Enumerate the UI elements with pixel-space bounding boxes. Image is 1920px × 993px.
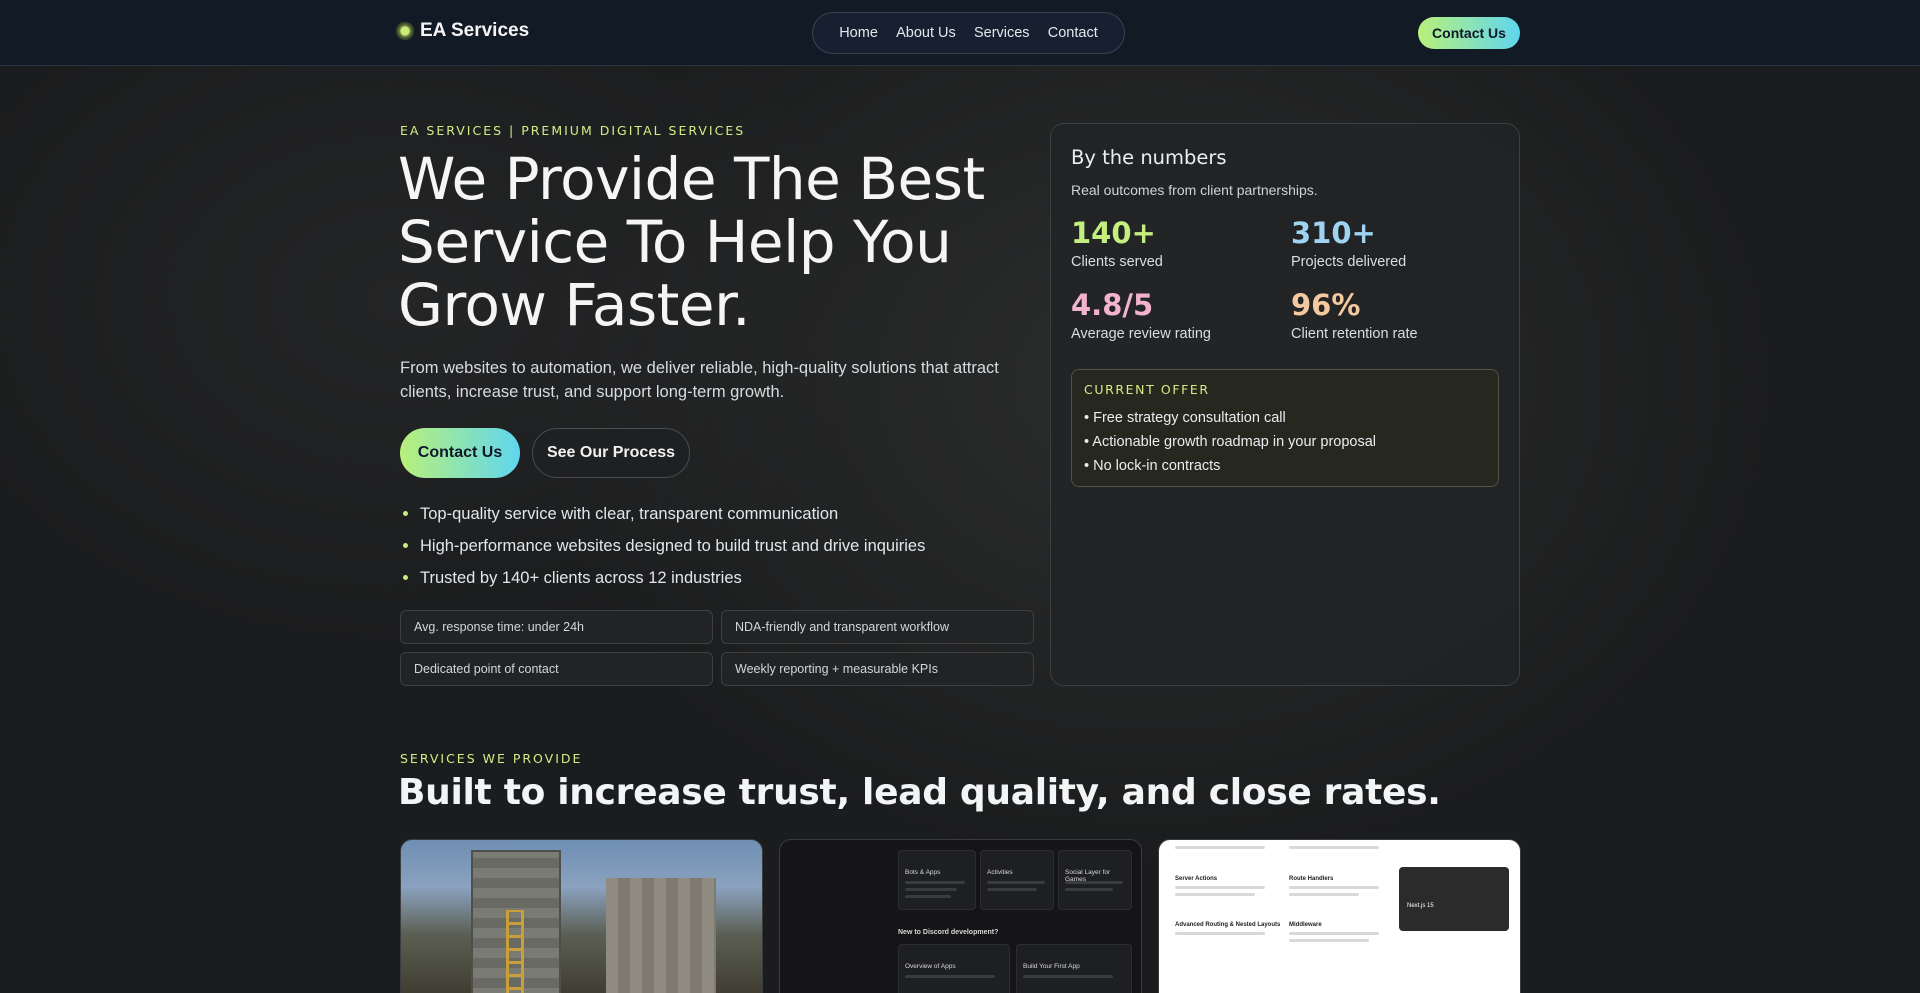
stat-label: Average review rating bbox=[1071, 326, 1211, 342]
stat-value: 140+ bbox=[1071, 216, 1156, 250]
list-item: • Free strategy consultation call bbox=[1084, 410, 1286, 426]
preview-line bbox=[1289, 932, 1379, 935]
services-title: Built to increase trust, lead quality, a… bbox=[398, 772, 1441, 813]
list-item: • Actionable growth roadmap in your prop… bbox=[1084, 434, 1377, 450]
stat-value: 4.8/5 bbox=[1071, 288, 1154, 322]
stats-subtitle: Real outcomes from client partnerships. bbox=[1071, 182, 1318, 198]
preview-card-title: Server Actions bbox=[1175, 876, 1218, 882]
list-item: • No lock-in contracts bbox=[1084, 458, 1221, 474]
preview-line bbox=[1289, 893, 1359, 896]
preview-card-title: Route Handlers bbox=[1289, 876, 1334, 882]
preview-card: Social Layer for Games bbox=[1058, 850, 1132, 910]
castle-wall-image bbox=[606, 878, 716, 993]
hero-bullets: Top-quality service with clear, transpar… bbox=[400, 502, 925, 598]
preview-line bbox=[1175, 893, 1255, 896]
nextjs-feature-title: Next.js 15 bbox=[1407, 903, 1434, 909]
bullet-dot-icon bbox=[403, 575, 408, 580]
bullet-dot-icon bbox=[403, 543, 408, 548]
feature-chip: NDA-friendly and transparent workflow bbox=[721, 610, 1034, 644]
preview-line bbox=[905, 975, 995, 978]
preview-line bbox=[1023, 975, 1113, 978]
nav-about-us[interactable]: About Us bbox=[896, 25, 956, 41]
stat-value: 310+ bbox=[1291, 216, 1376, 250]
nav-home[interactable]: Home bbox=[839, 25, 878, 41]
preview-line bbox=[905, 888, 957, 891]
nextjs-feature-card: Next.js 15 bbox=[1399, 867, 1509, 931]
brand-logo-icon bbox=[398, 24, 412, 38]
stats-card: By the numbers Real outcomes from client… bbox=[1050, 123, 1520, 686]
stat-value: 96% bbox=[1291, 288, 1361, 322]
bullet-dot-icon bbox=[403, 511, 408, 516]
preview-line bbox=[1175, 846, 1265, 849]
brand[interactable]: EA Services bbox=[398, 20, 529, 42]
preview-card: Activities bbox=[980, 850, 1054, 910]
stat-projects: 310+ Projects delivered bbox=[1291, 216, 1406, 270]
preview-line bbox=[987, 888, 1037, 891]
offer-title: CURRENT OFFER bbox=[1084, 382, 1210, 397]
stat-retention: 96% Client retention rate bbox=[1291, 288, 1418, 342]
preview-line bbox=[1289, 846, 1379, 849]
current-offer-box: CURRENT OFFER • Free strategy consultati… bbox=[1071, 369, 1499, 487]
stat-rating: 4.8/5 Average review rating bbox=[1071, 288, 1211, 342]
preview-line bbox=[987, 881, 1045, 884]
stats-title: By the numbers bbox=[1071, 146, 1227, 169]
preview-card-title: Middleware bbox=[1289, 922, 1322, 928]
scaffold-image bbox=[506, 910, 524, 993]
list-item: High-performance websites designed to bu… bbox=[400, 534, 925, 566]
bullet-text: Top-quality service with clear, transpar… bbox=[420, 505, 839, 523]
preview-card: Build Your First App bbox=[1016, 944, 1132, 993]
hero-contact-button[interactable]: Contact Us bbox=[400, 428, 520, 478]
preview-line bbox=[905, 895, 951, 898]
preview-card: Bots & Apps bbox=[898, 850, 976, 910]
nav-services[interactable]: Services bbox=[974, 25, 1030, 41]
main-nav: Home About Us Services Contact bbox=[812, 12, 1125, 54]
preview-line bbox=[1065, 881, 1123, 884]
feature-chip: Avg. response time: under 24h bbox=[400, 610, 713, 644]
preview-section-title: New to Discord development? bbox=[898, 929, 999, 936]
list-item: Top-quality service with clear, transpar… bbox=[400, 502, 925, 534]
nav-contact[interactable]: Contact bbox=[1048, 25, 1098, 41]
preview-card-title: Overview of Apps bbox=[905, 963, 956, 970]
preview-line bbox=[1065, 888, 1113, 891]
preview-card-title: Bots & Apps bbox=[905, 869, 941, 876]
preview-card-title: Activities bbox=[987, 869, 1013, 876]
hero-eyebrow: EA SERVICES | PREMIUM DIGITAL SERVICES bbox=[400, 123, 746, 138]
feature-chip: Weekly reporting + measurable KPIs bbox=[721, 652, 1034, 686]
brand-name: EA Services bbox=[420, 20, 530, 41]
stat-label: Client retention rate bbox=[1291, 326, 1418, 342]
bullet-text: High-performance websites designed to bu… bbox=[420, 537, 926, 555]
offer-list: • Free strategy consultation call • Acti… bbox=[1084, 406, 1376, 478]
list-item: Trusted by 140+ clients across 12 indust… bbox=[400, 566, 925, 598]
feature-chip: Dedicated point of contact bbox=[400, 652, 713, 686]
site-header: EA Services Home About Us Services Conta… bbox=[0, 0, 1920, 66]
preview-line bbox=[1289, 939, 1369, 942]
preview-card-title: Build Your First App bbox=[1023, 963, 1080, 970]
see-process-button[interactable]: See Our Process bbox=[532, 428, 690, 478]
header-contact-button[interactable]: Contact Us bbox=[1418, 17, 1520, 49]
preview-line bbox=[1289, 886, 1379, 889]
hero-subtitle: From websites to automation, we deliver … bbox=[400, 359, 999, 401]
preview-line bbox=[1175, 932, 1265, 935]
services-eyebrow: SERVICES WE PROVIDE bbox=[400, 751, 583, 766]
bullet-text: Trusted by 140+ clients across 12 indust… bbox=[420, 569, 742, 587]
preview-line bbox=[905, 881, 965, 884]
stat-label: Clients served bbox=[1071, 254, 1163, 270]
preview-card-title: Advanced Routing & Nested Layouts bbox=[1175, 922, 1281, 928]
stat-clients: 140+ Clients served bbox=[1071, 216, 1163, 270]
stat-label: Projects delivered bbox=[1291, 254, 1407, 270]
preview-line bbox=[1175, 886, 1265, 889]
hero-title: We Provide The Best Service To Help You … bbox=[398, 145, 985, 339]
service-card-discord[interactable]: Bots & Apps Activities Social Layer for … bbox=[779, 839, 1142, 993]
preview-card: Overview of Apps bbox=[898, 944, 1010, 993]
service-card-minecraft[interactable] bbox=[400, 839, 763, 993]
service-card-nextjs[interactable]: Server Actions Route Handlers Advanced R… bbox=[1158, 839, 1521, 993]
